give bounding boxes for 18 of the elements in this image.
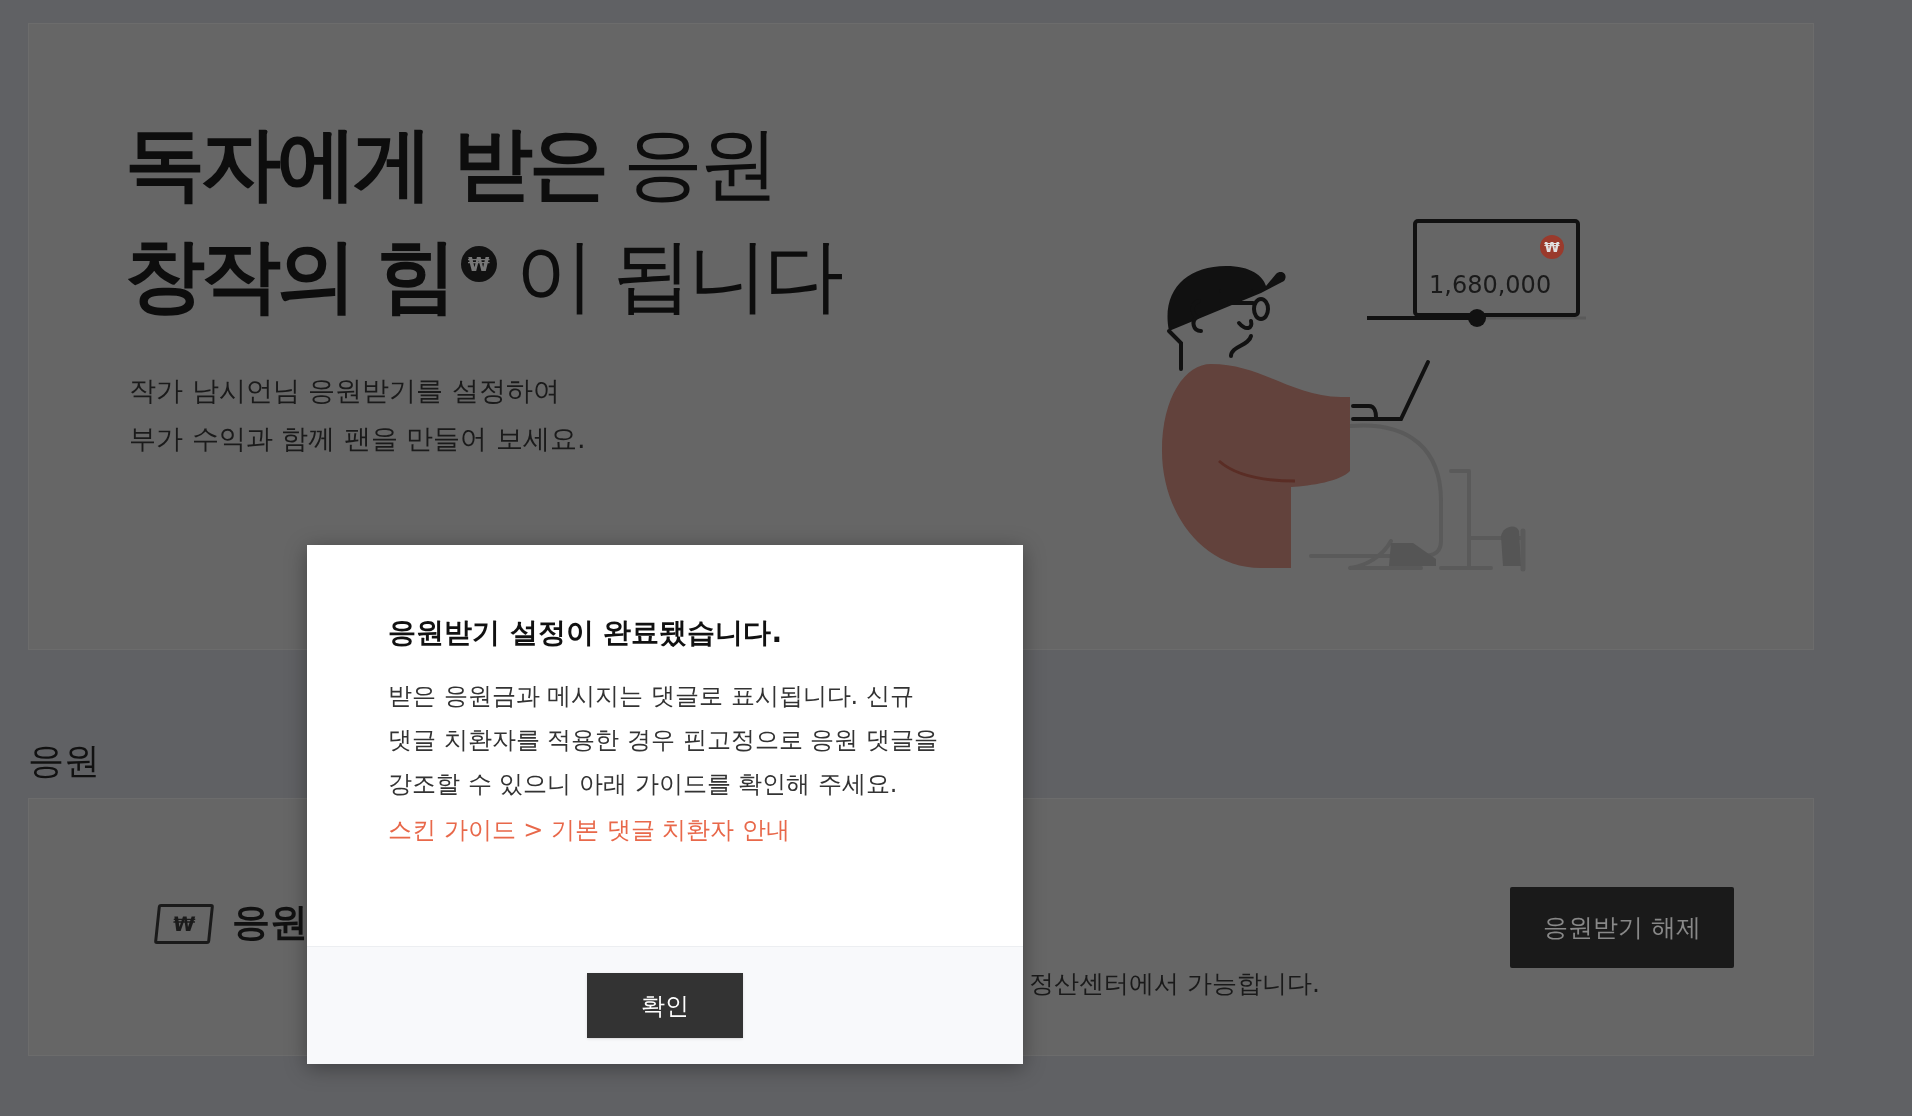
dialog-title: 응원받기 설정이 완료됐습니다.: [388, 615, 784, 650]
currency-badge: ₩: [1540, 235, 1564, 259]
confirm-button[interactable]: 확인: [587, 973, 743, 1038]
headline-text: 독자에게 받은: [125, 124, 605, 204]
dialog-message: 받은 응원금과 메시지는 댓글로 표시됩니다. 신규 댓글 치환자를 적용한 경우 핀고정으로 응원 댓글을 강조할 수 있으니 아래 가이드를 확인해 주세요.: [388, 681, 939, 800]
subtitle-text: 작가 남시언님 응원받기를 설정하여: [129, 374, 561, 408]
guide-link[interactable]: 스킨 가이드 > 기본 댓글 치환자 안내: [388, 812, 790, 848]
release-support-button[interactable]: 응원받기 해제: [1510, 887, 1734, 968]
card-note: 정산센터에서 가능합니다.: [1029, 968, 1320, 1000]
headline-text: 응원: [622, 124, 775, 204]
subtitle-text: 부가 수익과 함께 팬을 만들어 보세요.: [129, 421, 586, 456]
section-heading: 응원: [28, 743, 100, 779]
currency-badge: ₩: [460, 246, 497, 282]
card-title: 응원: [232, 903, 308, 941]
headline-text: 이 됩니다: [514, 236, 841, 316]
amount-text: 1,680,000: [1429, 270, 1552, 301]
bill-icon: ₩: [153, 904, 215, 944]
headline-text: 창작의 힘: [125, 236, 453, 316]
